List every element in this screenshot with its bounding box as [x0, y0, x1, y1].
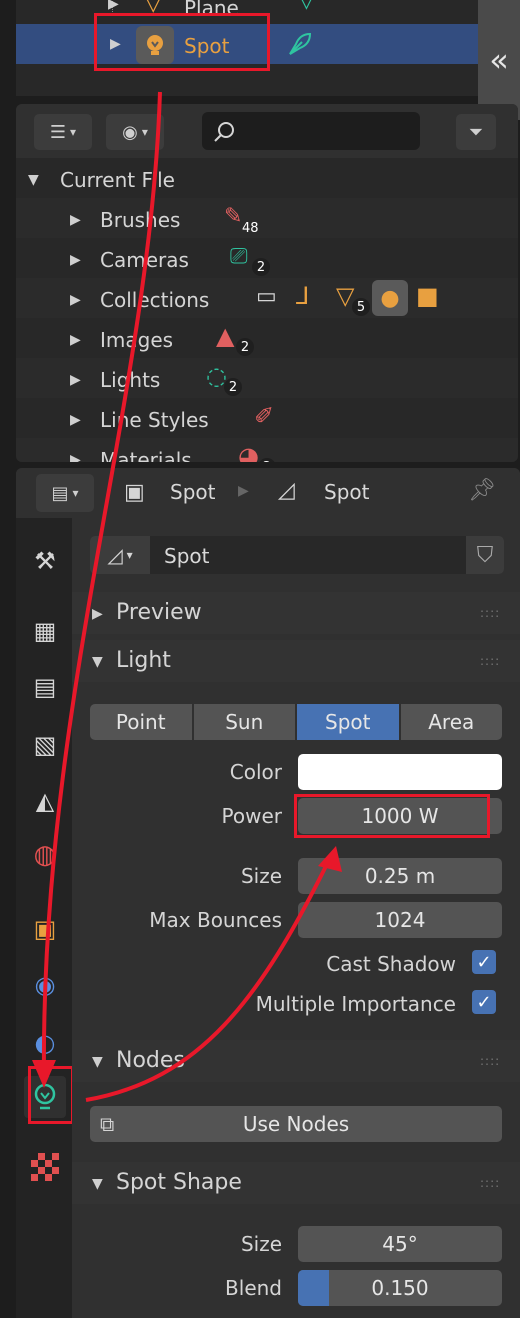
annotation-arrows	[32, 91, 342, 1102]
